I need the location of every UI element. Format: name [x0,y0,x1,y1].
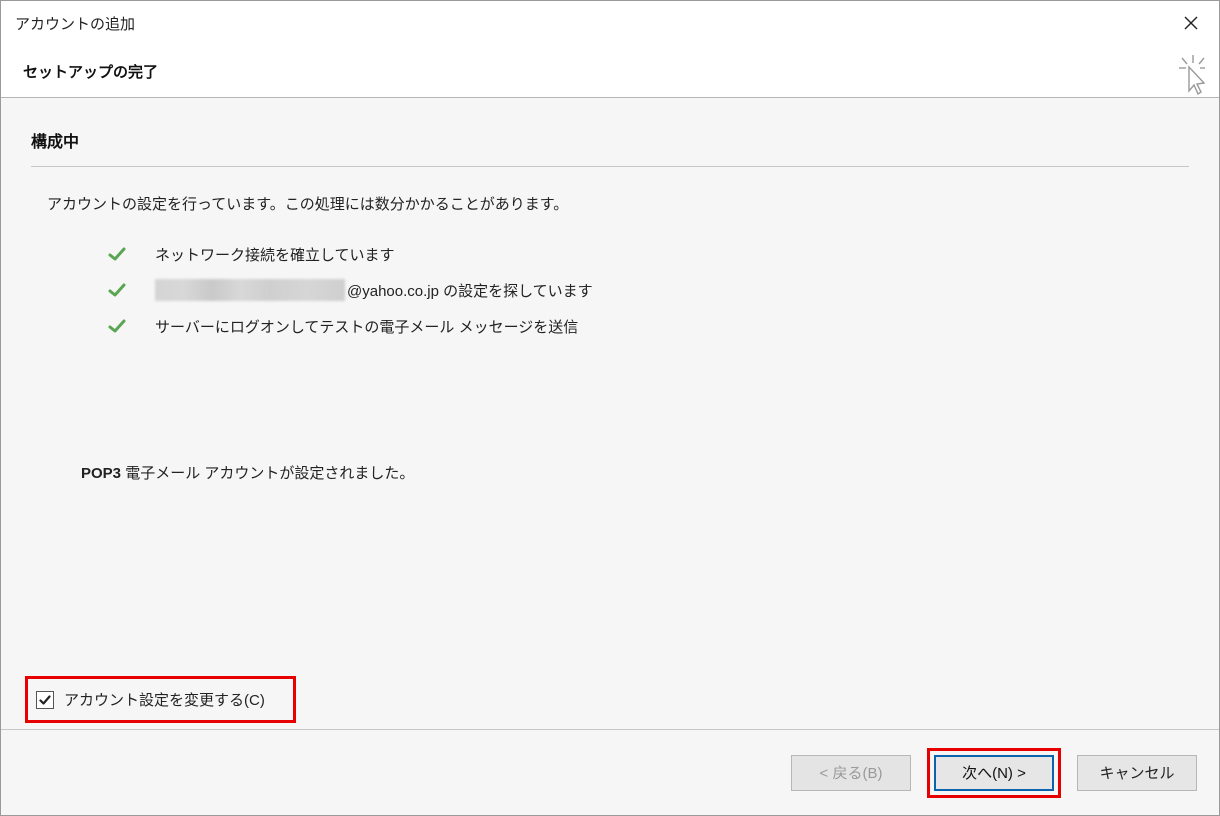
change-settings-checkbox[interactable] [36,691,54,709]
subtitle-row: セットアップの完了 [1,45,1219,97]
section-divider [31,166,1189,167]
redacted-email [155,279,345,301]
body-area: 構成中 アカウントの設定を行っています。この処理には数分かかることがあります。 … [1,98,1219,729]
checkmark-icon [107,244,127,264]
subtitle: セットアップの完了 [23,61,158,82]
next-button[interactable]: 次へ(N) > [934,755,1054,791]
back-button-label: < 戻る(B) [820,762,883,783]
section-description: アカウントの設定を行っています。この処理には数分かかることがあります。 [47,193,1189,214]
checkmark-icon [107,316,127,336]
section-heading: 構成中 [31,128,1189,152]
close-button[interactable] [1173,7,1209,39]
checkmark-icon [107,280,127,300]
close-icon [1184,16,1198,30]
step-text: @yahoo.co.jp の設定を探しています [347,280,593,301]
step-text: ネットワーク接続を確立しています [155,244,395,265]
step-row: サーバーにログオンしてテストの電子メール メッセージを送信 [107,308,1189,344]
check-icon [39,694,51,706]
cancel-button-label: キャンセル [1099,762,1174,783]
steps-list: ネットワーク接続を確立しています @yahoo.co.jp の設定を探しています… [107,236,1189,344]
wizard-cursor-icon [1171,53,1205,100]
next-button-highlight: 次へ(N) > [927,748,1061,798]
step-text: サーバーにログオンしてテストの電子メール メッセージを送信 [155,316,578,337]
change-settings-highlight: アカウント設定を変更する(C) [25,676,296,723]
footer: < 戻る(B) 次へ(N) > キャンセル [1,729,1219,815]
dialog-window: アカウントの追加 セットアップの完了 構成中 アカウントの設定を行っています。こ… [0,0,1220,816]
result-message: 電子メール アカウントが設定されました。 [121,465,414,482]
next-button-label: 次へ(N) > [962,762,1026,783]
back-button: < 戻る(B) [791,755,911,791]
change-settings-label: アカウント設定を変更する(C) [64,689,265,710]
step-row: ネットワーク接続を確立しています [107,236,1189,272]
result-text: POP3 電子メール アカウントが設定されました。 [81,462,1189,483]
window-title: アカウントの追加 [15,13,135,34]
step-row: @yahoo.co.jp の設定を探しています [107,272,1189,308]
titlebar: アカウントの追加 [1,1,1219,45]
cancel-button[interactable]: キャンセル [1077,755,1197,791]
result-prefix: POP3 [81,465,121,482]
